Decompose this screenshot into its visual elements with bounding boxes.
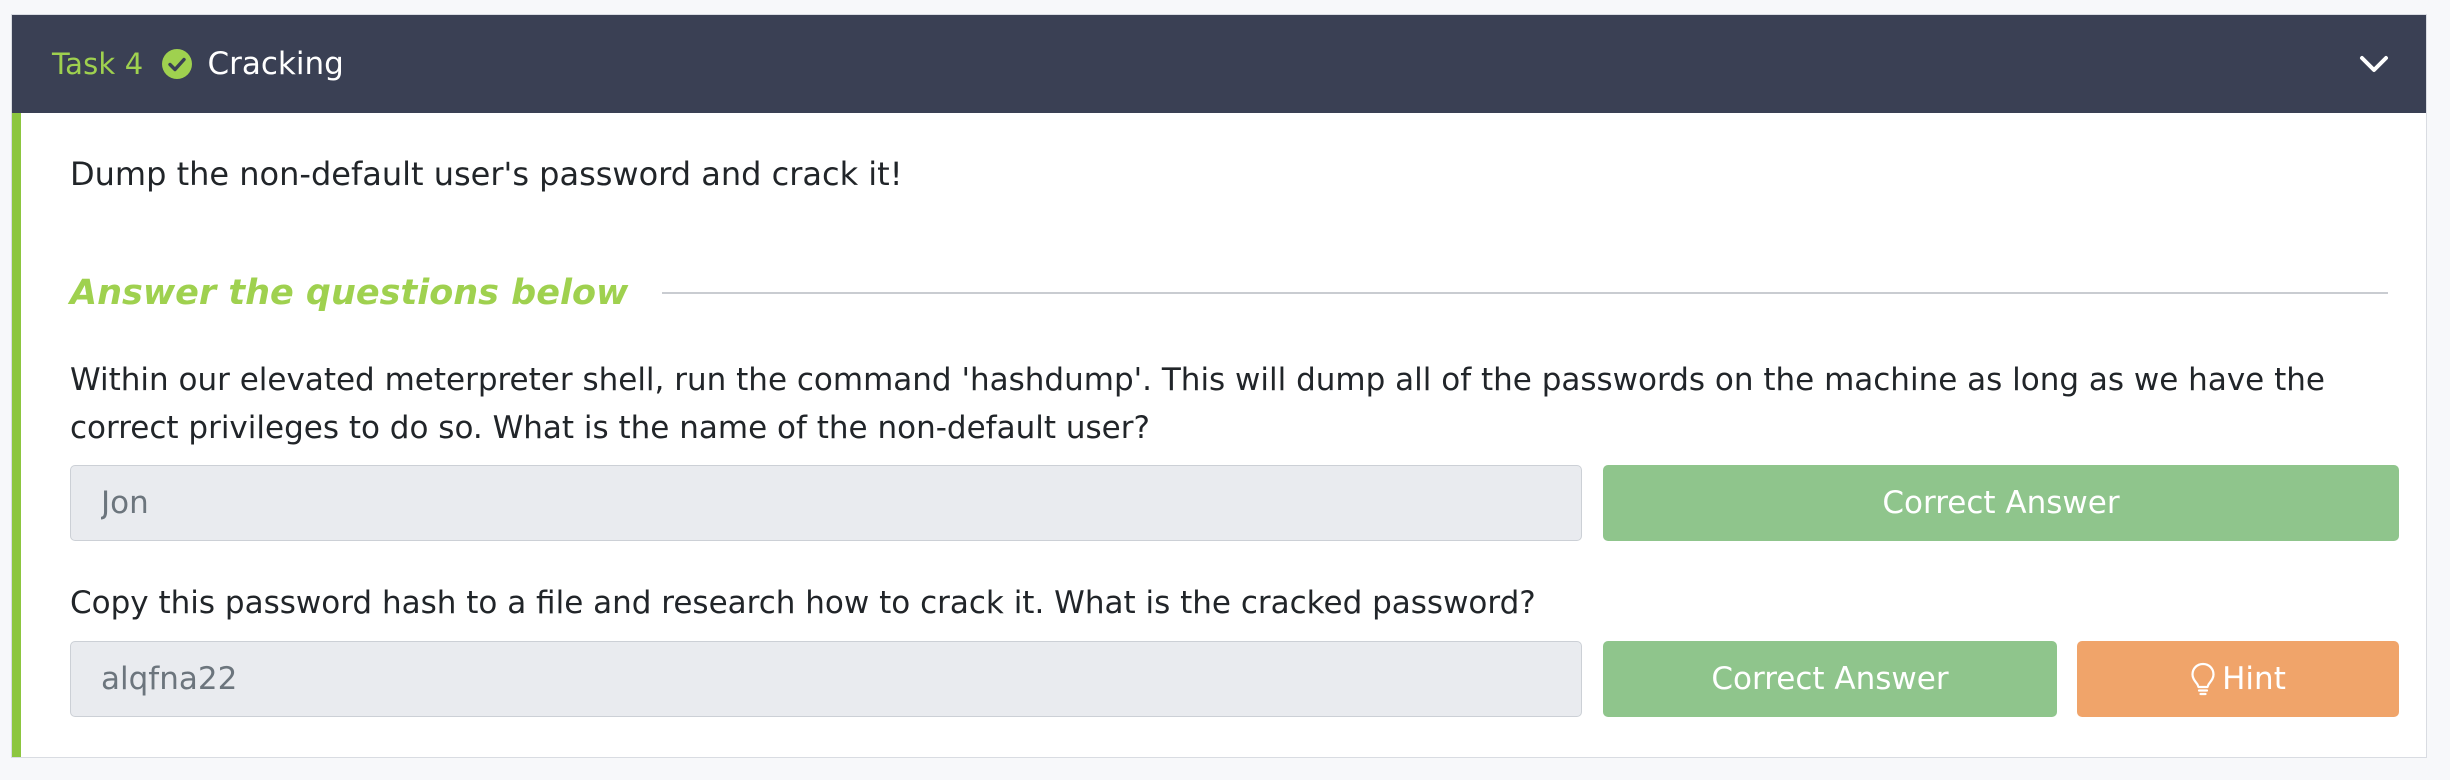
hint-button-label: Hint (2222, 661, 2286, 697)
task-card: Task 4 Cracking Dump the non-default use… (11, 14, 2427, 758)
task-number-label: Task 4 (52, 47, 144, 81)
question-1-correct-answer-button[interactable]: Correct Answer (1603, 465, 2399, 541)
section-divider (662, 292, 2388, 294)
lightbulb-icon (2190, 662, 2216, 696)
question-2-correct-answer-button[interactable]: Correct Answer (1603, 641, 2057, 717)
task-header[interactable]: Task 4 Cracking (12, 15, 2426, 113)
chevron-down-icon[interactable] (2358, 50, 2390, 78)
task-body: Dump the non-default user's password and… (12, 113, 2426, 757)
check-circle-icon (161, 48, 193, 80)
task-description: Dump the non-default user's password and… (70, 155, 903, 193)
section-header: Answer the questions below (70, 268, 2388, 318)
question-1-answer-input[interactable] (70, 465, 1582, 541)
question-1-text: Within our elevated meterpreter shell, r… (70, 362, 2325, 446)
question-2-text: Copy this password hash to a file and re… (70, 585, 1536, 621)
task-title: Cracking (207, 46, 344, 82)
question-2-hint-button[interactable]: Hint (2077, 641, 2399, 717)
question-2-answer-input[interactable] (70, 641, 1582, 717)
section-title: Answer the questions below (70, 273, 629, 313)
